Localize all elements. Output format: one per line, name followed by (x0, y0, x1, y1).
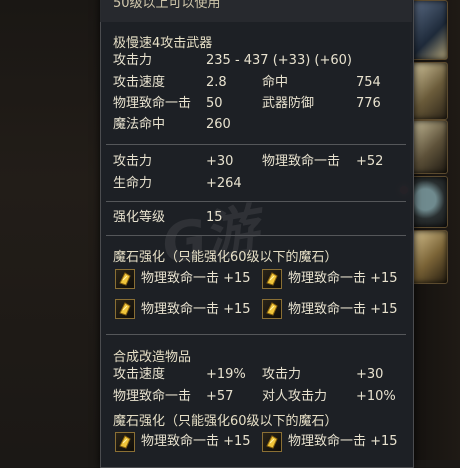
manastone-icon[interactable] (115, 269, 135, 289)
bonus-label-hp: 生命力 (113, 176, 153, 191)
manastone-slot: 物理致命一击 +15 (141, 302, 251, 317)
fusion-value-attack: +30 (356, 367, 384, 382)
level-requirement: 50级以上可以使用 (113, 0, 221, 11)
stat-value-crit: 50 (206, 96, 223, 111)
divider (106, 235, 406, 236)
manastone-header: 魔石强化（只能强化60级以下的魔石） (113, 250, 338, 265)
stat-label-attack: 攻击力 (113, 53, 153, 68)
fusion-label-attack-speed: 攻击速度 (113, 367, 166, 382)
equip-slot-weapon[interactable] (410, 0, 448, 60)
manastone-slot: 物理致命一击 +15 (141, 271, 251, 286)
fusion-manastone-slot: 物理致命一击 +15 (288, 434, 398, 449)
divider (106, 201, 406, 202)
background-left (0, 0, 100, 460)
stat-value-weapon-defense: 776 (356, 96, 381, 111)
divider (106, 144, 406, 145)
weapon-type-title: 极慢速4攻击武器 (113, 36, 213, 51)
equip-slot-armor-boots[interactable] (410, 230, 448, 284)
manastone-icon[interactable] (115, 432, 135, 452)
stat-label-magic-hit: 魔法命中 (113, 117, 166, 132)
fusion-value-pvp-attack: +10% (356, 389, 396, 404)
fusion-label-pvp-attack: 对人攻击力 (262, 389, 328, 404)
equip-slot-necklace[interactable] (410, 176, 448, 228)
manastone-icon[interactable] (115, 299, 135, 319)
stat-value-attack-speed: 2.8 (206, 75, 227, 90)
enchant-level-value: 15 (206, 210, 223, 225)
manastone-icon[interactable] (262, 269, 282, 289)
stat-value-attack: 235 - 437 (+33) (+60) (206, 53, 353, 68)
stat-label-weapon-defense: 武器防御 (262, 96, 315, 111)
bonus-value-crit: +52 (356, 154, 384, 169)
bonus-label-attack: 攻击力 (113, 154, 153, 169)
enchant-level-label: 强化等级 (113, 210, 166, 225)
fusion-value-attack-speed: +19% (206, 367, 246, 382)
equip-slot-armor-chest[interactable] (410, 62, 448, 120)
bonus-label-crit: 物理致命一击 (262, 154, 341, 169)
stat-value-magic-hit: 260 (206, 117, 231, 132)
manastone-slot: 物理致命一击 +15 (288, 271, 398, 286)
bonus-value-attack: +30 (206, 154, 234, 169)
stat-value-hit: 754 (356, 75, 381, 90)
equip-slot-armor-legs[interactable] (410, 120, 448, 174)
divider (106, 334, 406, 335)
fusion-header: 合成改造物品 (113, 350, 192, 365)
fusion-manastone-slot: 物理致命一击 +15 (141, 434, 251, 449)
bonus-value-hp: +264 (206, 176, 242, 191)
fusion-value-crit: +57 (206, 389, 234, 404)
stat-label-attack-speed: 攻击速度 (113, 75, 166, 90)
fusion-label-crit: 物理致命一击 (113, 389, 192, 404)
stat-label-hit: 命中 (262, 75, 289, 90)
manastone-icon[interactable] (262, 299, 282, 319)
manastone-icon[interactable] (262, 432, 282, 452)
fusion-manastone-header: 魔石强化（只能强化60级以下的魔石） (113, 414, 338, 429)
stat-label-crit: 物理致命一击 (113, 96, 192, 111)
manastone-slot: 物理致命一击 +15 (288, 302, 398, 317)
fusion-label-attack: 攻击力 (262, 367, 302, 382)
